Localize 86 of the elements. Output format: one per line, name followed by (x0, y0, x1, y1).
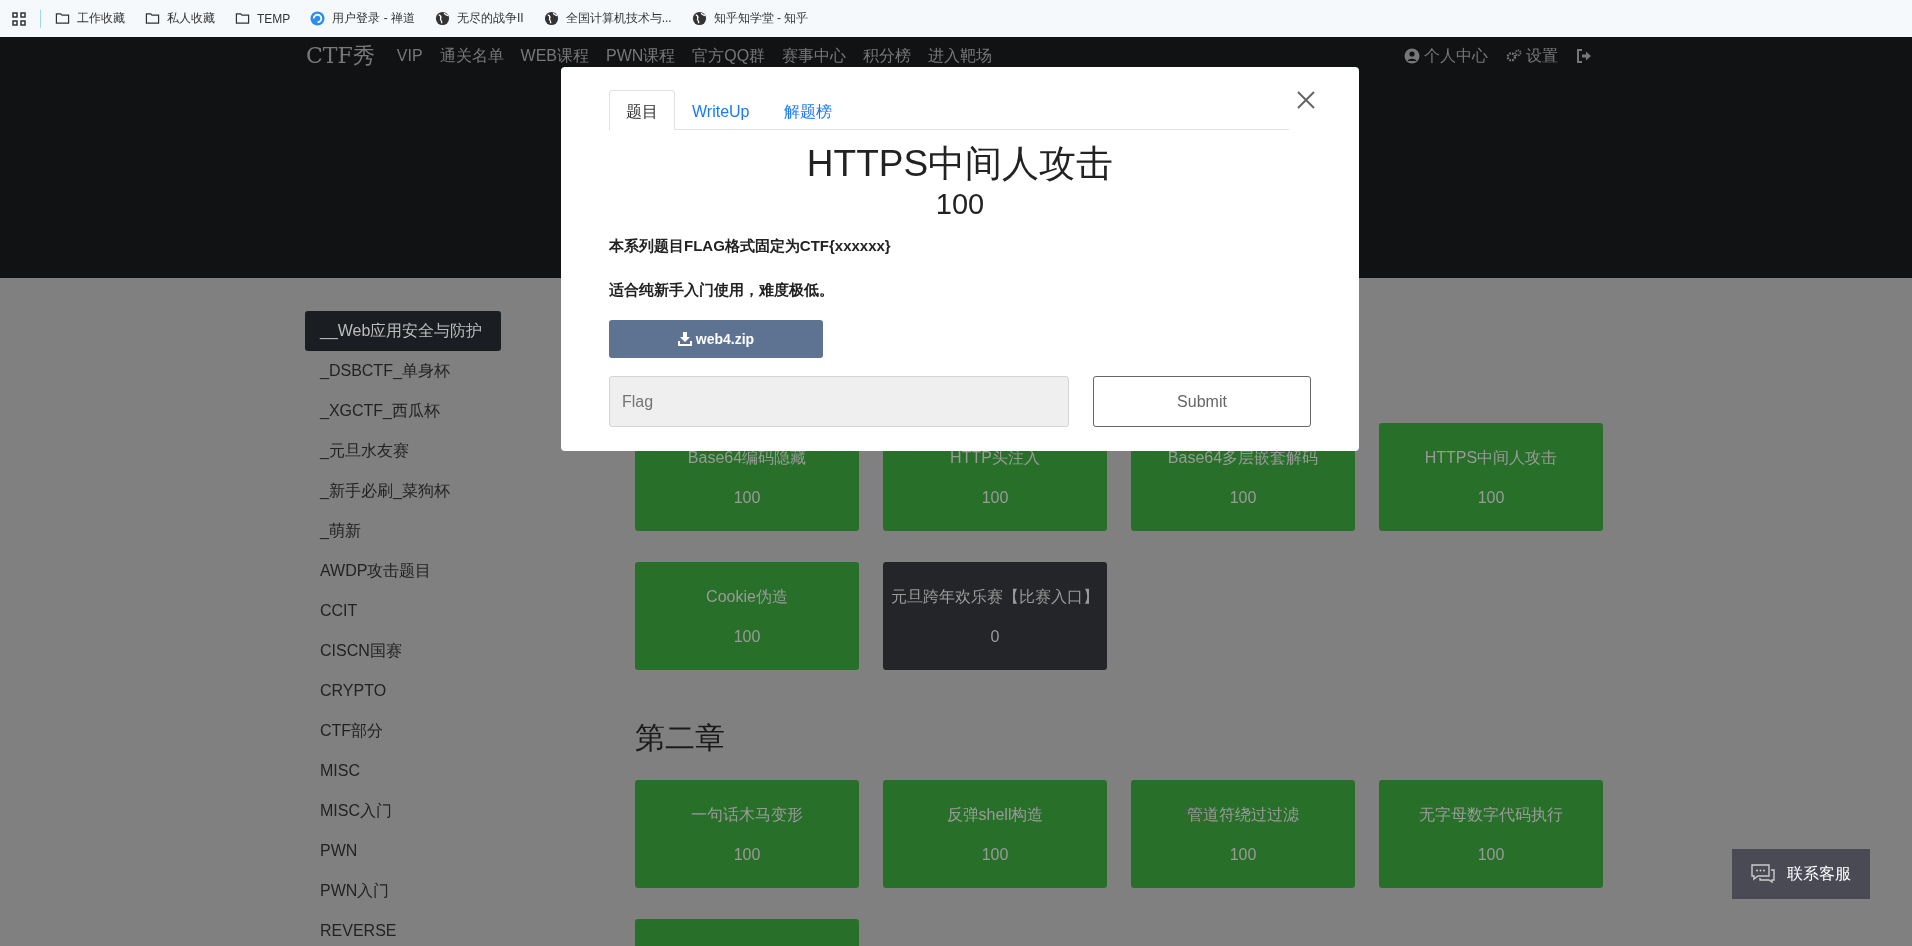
challenge-score: 100 (981, 845, 1009, 864)
download-icon (677, 332, 692, 346)
category-item[interactable]: __Web应用安全与防护 (305, 311, 501, 351)
challenge-score: 0 (990, 627, 1000, 646)
challenge-score: 100 (733, 845, 761, 864)
category-item[interactable]: PWN入门 (305, 871, 501, 911)
challenge-title: 一句话木马变形 (691, 804, 803, 825)
bookmark-link[interactable]: 知乎知学堂 - 知乎 (713, 10, 809, 27)
challenge-score: 100 (1477, 845, 1505, 864)
folder-icon (55, 11, 70, 26)
dialog-title: HTTPS中间人攻击 (805, 142, 1115, 186)
flag-input[interactable]: Flag (609, 376, 1069, 427)
bookmark-link[interactable]: TEMP (257, 11, 291, 26)
challenge-title: 无字母数字代码执行 (1419, 804, 1563, 825)
nav-link[interactable]: WEB课程 (520, 45, 590, 67)
challenge-card[interactable]: 管道符绕过过滤 100 (1131, 780, 1355, 888)
nav-link[interactable]: 赛事中心 (782, 45, 847, 67)
category-item[interactable]: _萌新 (305, 511, 501, 551)
category-item[interactable]: MISC入门 (305, 791, 501, 831)
bookmark-link[interactable]: 无尽的战争II (457, 10, 524, 27)
challenge-title: Base64多层嵌套解码 (1167, 447, 1319, 468)
user-icon (1404, 48, 1420, 64)
category-item[interactable]: _元旦水友赛 (305, 431, 501, 471)
category-item[interactable]: _XGCTF_西瓜杯 (305, 391, 501, 431)
challenge-score: 100 (1477, 488, 1505, 507)
swirl-icon (310, 11, 326, 26)
folder-icon (235, 11, 250, 26)
tab[interactable]: 解题榜 (766, 90, 849, 130)
logout-icon[interactable] (1576, 48, 1592, 64)
challenge-score: 100 (1229, 845, 1257, 864)
description-text: 适合纯新手入门使用，难度极低。 (609, 280, 835, 300)
submit-button[interactable]: Submit (1093, 376, 1311, 427)
category-item[interactable]: AWDP攻击题目 (305, 551, 501, 591)
bookmark-link[interactable]: 工作收藏 (77, 10, 125, 27)
category-item[interactable]: CRYPTO (305, 671, 501, 711)
contact-button[interactable]: 联系客服 (1732, 849, 1870, 899)
chapter-heading: 第二章 (635, 720, 726, 756)
nav-link[interactable]: VIP (396, 47, 423, 65)
category-item[interactable]: CCIT (305, 591, 501, 631)
challenge-card[interactable]: HTTPS中间人攻击 100 (1379, 423, 1603, 531)
tab[interactable]: 题目 (609, 90, 675, 130)
nav-link[interactable]: 设置 (1526, 45, 1558, 67)
nav-link[interactable]: 进入靶场 (928, 45, 993, 67)
globe-icon (543, 11, 559, 26)
gears-icon (1506, 48, 1522, 64)
challenge-title: 管道符绕过过滤 (1187, 804, 1299, 825)
close-icon[interactable] (1295, 89, 1317, 111)
bookmark-link[interactable]: 全国计算机技术与... (565, 10, 672, 27)
nav-link[interactable]: 个人中心 (1424, 45, 1488, 67)
challenge-title: 元旦跨年欢乐赛【比赛入口】 (891, 586, 1099, 607)
challenge-title: 反弹shell构造 (946, 804, 1044, 825)
apps-icon[interactable] (12, 11, 26, 26)
download-button[interactable]: web4.zip (609, 320, 823, 358)
challenge-title: Base64编码隐藏 (687, 447, 807, 468)
challenge-title: HTTPS中间人攻击 (1424, 447, 1558, 468)
challenge-card[interactable]: Cookie伪造 100 (635, 562, 859, 670)
challenge-score: 100 (1229, 488, 1257, 507)
tab[interactable]: WriteUp (675, 90, 767, 130)
nav-link[interactable]: 通关名单 (439, 45, 504, 67)
challenge-card[interactable]: 一句话木马变形 100 (635, 780, 859, 888)
category-item[interactable]: PWN (305, 831, 501, 871)
category-item[interactable]: CTF部分 (305, 711, 501, 751)
category-item[interactable]: _新手必刷_菜狗杯 (305, 471, 501, 511)
challenge-card[interactable]: 反弹shell构造 100 (883, 780, 1107, 888)
challenge-score: 100 (981, 488, 1009, 507)
description-text: 本系列题目FLAG格式固定为CTF{xxxxxx} (609, 236, 892, 256)
folder-icon (145, 11, 160, 26)
challenge-card[interactable]: 元旦跨年欢乐赛【比赛入口】 0 (883, 562, 1107, 670)
bookmark-link[interactable]: 用户登录 - 禅道 (332, 10, 415, 27)
nav-link[interactable]: 官方QQ群 (692, 45, 766, 67)
globe-icon (691, 11, 707, 26)
nav-link[interactable]: PWN课程 (606, 45, 676, 67)
challenge-score: 100 (934, 187, 986, 222)
category-item[interactable]: MISC (305, 751, 501, 791)
category-item[interactable]: REVERSE (305, 911, 501, 946)
challenge-score: 100 (733, 488, 761, 507)
chat-icon (1751, 864, 1775, 884)
category-item[interactable]: _DSBCTF_单身杯 (305, 351, 501, 391)
globe-icon (435, 11, 450, 26)
challenge-score: 100 (733, 627, 761, 646)
challenge-card[interactable]: 无字母数字代码执行 100 (1379, 780, 1603, 888)
site-logo[interactable]: CTF秀 (306, 41, 375, 71)
bookmark-link[interactable]: 私人收藏 (167, 10, 215, 27)
category-item[interactable]: CISCN国赛 (305, 631, 501, 671)
nav-link[interactable]: 积分榜 (863, 45, 912, 67)
challenge-title: Cookie伪造 (706, 586, 788, 607)
